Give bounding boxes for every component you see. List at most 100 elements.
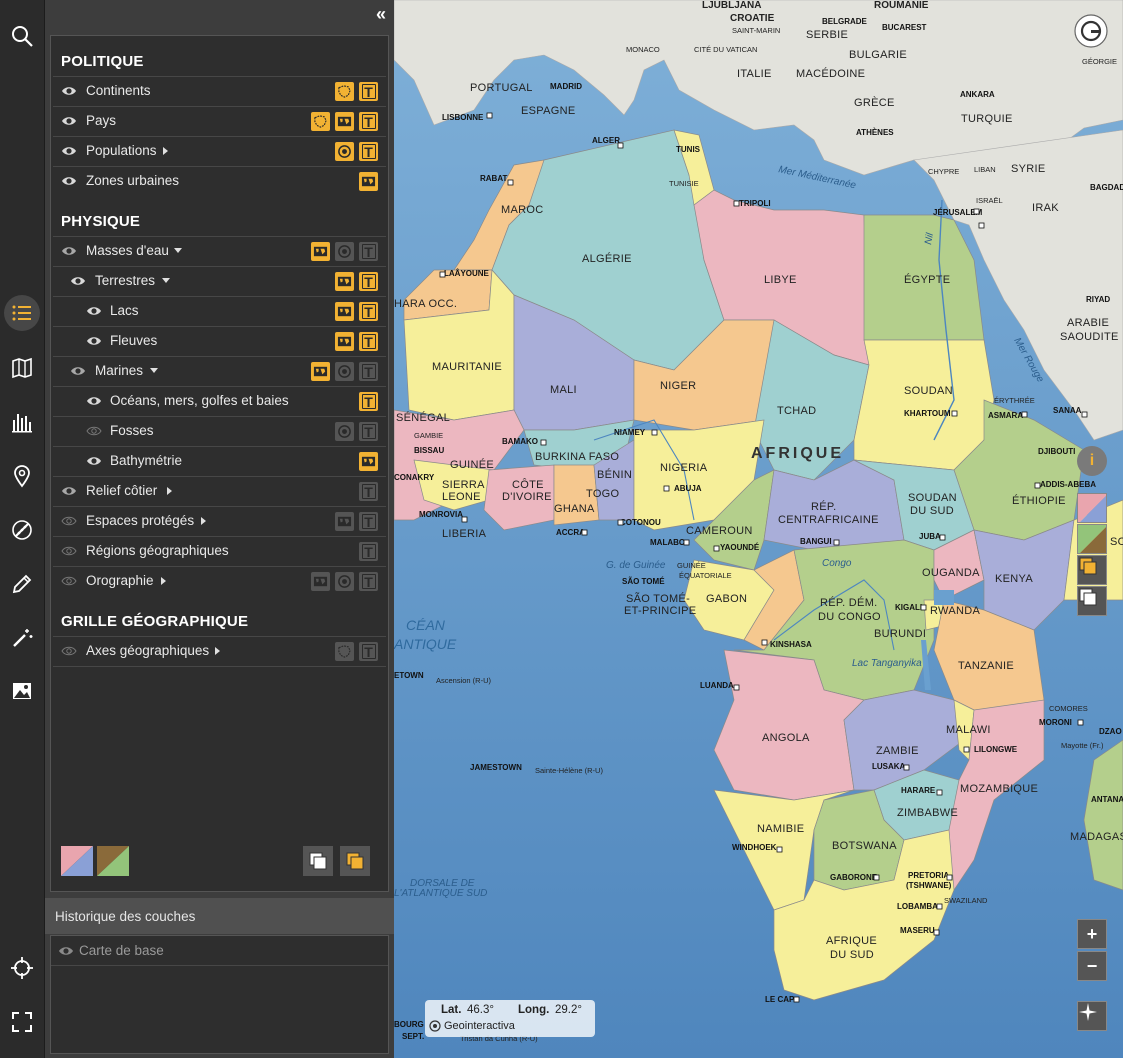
- expand-arrow-icon[interactable]: [201, 517, 206, 525]
- palette-blue-pink-swatch[interactable]: [61, 846, 93, 876]
- layer-row-fleuves[interactable]: Fleuves T: [53, 326, 386, 356]
- eye-icon[interactable]: [58, 944, 74, 958]
- eye-icon[interactable]: [61, 114, 77, 128]
- layer-row-relief-cotier[interactable]: Relief côtier T: [53, 476, 386, 506]
- eye-icon[interactable]: [86, 334, 102, 348]
- label-toggle[interactable]: T: [359, 112, 378, 131]
- eye-icon[interactable]: [61, 174, 77, 188]
- label-toggle[interactable]: T: [359, 542, 378, 561]
- eye-icon[interactable]: [61, 244, 77, 258]
- info-button[interactable]: i: [1077, 446, 1107, 476]
- layer-row-populations[interactable]: Populations T: [53, 136, 386, 166]
- label-toggle[interactable]: T: [359, 82, 378, 101]
- fill-toggle[interactable]: [335, 272, 354, 291]
- copy-white-button[interactable]: [1077, 586, 1107, 616]
- map-canvas[interactable]: LJUBLJANA CROATIE ROUMANIE BELGRADE BUCA…: [394, 0, 1123, 1058]
- map-book-icon[interactable]: [0, 348, 44, 388]
- copy-layers-button[interactable]: [303, 846, 333, 876]
- symbol-toggle[interactable]: [335, 242, 354, 261]
- expand-arrow-icon[interactable]: [161, 577, 166, 585]
- eye-icon[interactable]: [61, 144, 77, 158]
- fill-toggle[interactable]: [335, 332, 354, 351]
- eye-hidden-icon[interactable]: [61, 644, 77, 658]
- continents-outline-toggle[interactable]: [335, 82, 354, 101]
- symbol-toggle[interactable]: [335, 142, 354, 161]
- fill-toggle[interactable]: [311, 572, 330, 591]
- eye-icon[interactable]: [86, 304, 102, 318]
- crosshair-icon[interactable]: [0, 948, 44, 988]
- statistics-icon[interactable]: [0, 402, 44, 442]
- palette-green-brown-button[interactable]: [1077, 524, 1107, 554]
- eye-icon[interactable]: [70, 364, 86, 378]
- layer-row-regions-geo[interactable]: Régions géographiques T: [53, 536, 386, 566]
- country-outline-toggle[interactable]: [311, 112, 330, 131]
- expand-arrow-icon[interactable]: [163, 147, 168, 155]
- fill-toggle[interactable]: [335, 112, 354, 131]
- collapse-arrow-icon[interactable]: [174, 248, 182, 253]
- zoom-out-button[interactable]: −: [1077, 951, 1107, 981]
- africa-political-map[interactable]: LJUBLJANA CROATIE ROUMANIE BELGRADE BUCA…: [394, 0, 1123, 1058]
- eye-hidden-icon[interactable]: [61, 514, 77, 528]
- fill-toggle[interactable]: [335, 302, 354, 321]
- zoom-in-button[interactable]: +: [1077, 919, 1107, 949]
- collapse-panel-icon[interactable]: «: [376, 4, 386, 24]
- magic-wand-icon[interactable]: [0, 618, 44, 658]
- label-toggle[interactable]: T: [359, 572, 378, 591]
- compass-button[interactable]: [1077, 1001, 1107, 1031]
- eye-icon[interactable]: [61, 484, 77, 498]
- collapse-arrow-icon[interactable]: [150, 368, 158, 373]
- layer-row-lacs[interactable]: Lacs T: [53, 296, 386, 326]
- publisher-logo[interactable]: [1074, 14, 1108, 48]
- symbol-toggle[interactable]: [335, 362, 354, 381]
- fullscreen-icon[interactable]: [0, 1002, 44, 1042]
- expand-arrow-icon[interactable]: [215, 647, 220, 655]
- layer-row-oceans[interactable]: Océans, mers, golfes et baies T: [53, 386, 386, 416]
- fill-toggle[interactable]: [311, 242, 330, 261]
- layer-row-marines[interactable]: Marines T: [53, 356, 386, 386]
- eye-hidden-icon[interactable]: [61, 574, 77, 588]
- eye-icon[interactable]: [61, 84, 77, 98]
- label-toggle[interactable]: T: [359, 362, 378, 381]
- label-toggle[interactable]: T: [359, 422, 378, 441]
- layer-row-continents[interactable]: Continents T: [53, 76, 386, 106]
- expand-arrow-icon[interactable]: [167, 487, 172, 495]
- label-toggle[interactable]: T: [359, 512, 378, 531]
- ruler-icon[interactable]: [0, 510, 44, 550]
- label-toggle[interactable]: T: [359, 642, 378, 661]
- layer-row-orographie[interactable]: Orographie T: [53, 566, 386, 596]
- grid-outline-toggle[interactable]: [335, 642, 354, 661]
- layer-row-zones-urbaines[interactable]: Zones urbaines: [53, 166, 386, 196]
- layer-row-masses-eau[interactable]: Masses d'eau T: [53, 236, 386, 266]
- layer-row-espaces-proteges[interactable]: Espaces protégés T: [53, 506, 386, 536]
- collapse-arrow-icon[interactable]: [162, 278, 170, 283]
- eye-hidden-icon[interactable]: [61, 544, 77, 558]
- search-icon[interactable]: [0, 16, 44, 56]
- palette-pink-blue-button[interactable]: [1077, 493, 1107, 523]
- fill-toggle[interactable]: [335, 512, 354, 531]
- fill-toggle[interactable]: [359, 172, 378, 191]
- layer-row-fosses[interactable]: Fosses T: [53, 416, 386, 446]
- symbol-toggle[interactable]: [335, 422, 354, 441]
- image-icon[interactable]: [0, 671, 44, 711]
- layers-list-icon[interactable]: [0, 293, 44, 333]
- eye-hidden-icon[interactable]: [86, 424, 102, 438]
- eye-icon[interactable]: [86, 394, 102, 408]
- copy-layers-accent-button[interactable]: [340, 846, 370, 876]
- copy-yellow-button[interactable]: [1077, 555, 1107, 585]
- eye-icon[interactable]: [86, 454, 102, 468]
- label-toggle[interactable]: T: [359, 482, 378, 501]
- label-toggle[interactable]: T: [359, 242, 378, 261]
- label-toggle[interactable]: T: [359, 272, 378, 291]
- palette-green-brown-swatch[interactable]: [97, 846, 129, 876]
- label-toggle[interactable]: T: [359, 392, 378, 411]
- fill-toggle[interactable]: [359, 452, 378, 471]
- eye-icon[interactable]: [70, 274, 86, 288]
- label-toggle[interactable]: T: [359, 332, 378, 351]
- pencil-icon[interactable]: [0, 564, 44, 604]
- location-pin-icon[interactable]: [0, 456, 44, 496]
- label-toggle[interactable]: T: [359, 142, 378, 161]
- layer-row-bathymetrie[interactable]: Bathymétrie: [53, 446, 386, 476]
- layer-row-pays[interactable]: Pays T: [53, 106, 386, 136]
- fill-toggle[interactable]: [311, 362, 330, 381]
- history-item[interactable]: Carte de base: [51, 936, 388, 966]
